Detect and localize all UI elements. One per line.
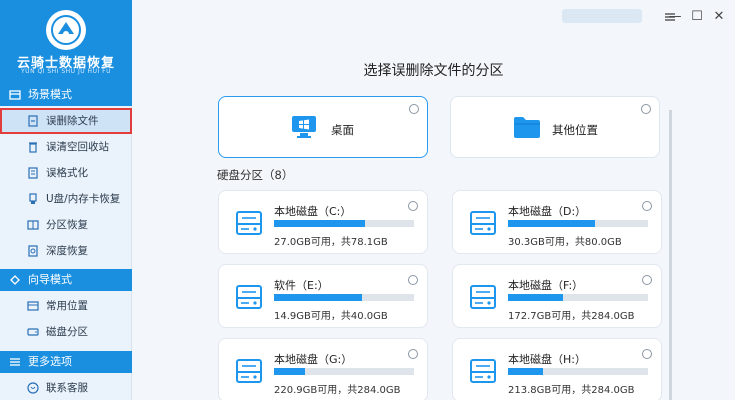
wizard-mode-icon	[10, 275, 20, 285]
drive-usage-fill	[508, 368, 543, 375]
section-scene-mode: 场景模式	[0, 84, 132, 106]
location-other-radio[interactable]	[641, 104, 651, 114]
main-panel: — ☐ ✕ 选择误删除文件的分区 桌面 其他位置 硬盘分区（8） 本地磁盘（C:…	[132, 0, 735, 400]
drive-card[interactable]: 本地磁盘（H:） 213.8GB可用，共284.0GB	[452, 338, 662, 400]
hard-drive-icon	[470, 359, 496, 383]
scene-mode-icon	[9, 90, 21, 100]
drive-radio[interactable]	[408, 201, 418, 211]
drive-usage-bar	[508, 220, 648, 227]
drive-usage-fill	[274, 220, 365, 227]
drive-usage-bar	[274, 368, 414, 375]
drive-usage-bar	[274, 220, 414, 227]
desktop-icon	[292, 116, 316, 138]
logo-area: 云骑士数据恢复 YUN QI SHI SHU JU HUI FU	[0, 0, 132, 84]
drive-usage-fill	[508, 294, 563, 301]
sidebar-item-recycle-bin[interactable]: 误清空回收站	[0, 134, 132, 160]
drive-card[interactable]: 本地磁盘（C:） 27.0GB可用，共78.1GB	[218, 190, 428, 254]
section-wizard-mode: 向导模式	[0, 269, 132, 291]
drive-name: 本地磁盘（F:）	[508, 279, 584, 292]
location-other-label: 其他位置	[552, 123, 598, 137]
drive-size: 27.0GB可用，共78.1GB	[274, 237, 388, 248]
section-more-options: 更多选项	[0, 351, 132, 373]
drive-name: 本地磁盘（C:）	[274, 205, 352, 218]
location-other-card[interactable]: 其他位置	[450, 96, 660, 158]
recycle-bin-icon	[29, 142, 37, 153]
sidebar-item-partition[interactable]: 分区恢复	[0, 212, 132, 238]
page-title: 选择误删除文件的分区	[363, 63, 504, 79]
drive-name: 本地磁盘（H:）	[508, 353, 586, 366]
hard-drive-icon	[236, 359, 262, 383]
sidebar-item-common-location[interactable]: 常用位置	[0, 293, 132, 319]
hard-drive-icon	[470, 211, 496, 235]
drive-radio[interactable]	[408, 275, 418, 285]
drive-card[interactable]: 本地磁盘（F:） 172.7GB可用，共284.0GB	[452, 264, 662, 328]
drive-name: 本地磁盘（D:）	[508, 205, 587, 218]
usb-icon	[29, 193, 37, 204]
close-button[interactable]: ✕	[712, 10, 726, 24]
sidebar-item-format[interactable]: 误格式化	[0, 160, 132, 186]
drive-card[interactable]: 软件（E:） 14.9GB可用，共40.0GB	[218, 264, 428, 328]
deep-scan-icon	[28, 245, 38, 257]
partition-icon	[27, 220, 39, 230]
location-desktop-radio[interactable]	[409, 104, 419, 114]
drive-size: 172.7GB可用，共284.0GB	[508, 311, 635, 322]
menu-icon	[10, 358, 20, 366]
drive-name: 软件（E:）	[274, 279, 329, 292]
format-icon	[28, 167, 38, 179]
drive-name: 本地磁盘（G:）	[274, 353, 353, 366]
drive-usage-bar	[274, 294, 414, 301]
scrollbar[interactable]	[669, 110, 672, 400]
minimize-button[interactable]: —	[668, 10, 682, 24]
hard-drive-icon	[236, 285, 262, 309]
drive-radio[interactable]	[642, 275, 652, 285]
folder-icon	[514, 117, 540, 138]
location-desktop-card[interactable]: 桌面	[218, 96, 428, 158]
window-title-blurred	[562, 9, 642, 23]
sidebar-item-customer-service[interactable]: 联系客服	[0, 375, 132, 400]
drive-usage-fill	[508, 220, 595, 227]
sidebar-item-usb[interactable]: U盘/内存卡恢复	[0, 186, 132, 212]
drive-size: 220.9GB可用，共284.0GB	[274, 385, 401, 396]
drive-usage-bar	[508, 294, 648, 301]
maximize-button[interactable]: ☐	[690, 10, 704, 24]
customer-service-icon	[27, 382, 39, 394]
drive-size: 30.3GB可用，共80.0GB	[508, 237, 622, 248]
disk-partition-icon	[27, 328, 39, 336]
drive-radio[interactable]	[642, 349, 652, 359]
sidebar: 云骑士数据恢复 YUN QI SHI SHU JU HUI FU 场景模式 误删…	[0, 0, 132, 400]
drive-size: 213.8GB可用，共284.0GB	[508, 385, 635, 396]
hard-drive-icon	[470, 285, 496, 309]
app-subtitle: YUN QI SHI SHU JU HUI FU	[21, 68, 111, 75]
hard-drive-icon	[236, 211, 262, 235]
sidebar-item-disk-partition[interactable]: 磁盘分区	[0, 319, 132, 345]
partition-group-title: 硬盘分区（8）	[217, 168, 294, 182]
drive-radio[interactable]	[642, 201, 652, 211]
common-location-icon	[27, 301, 39, 311]
logo-icon	[46, 10, 86, 50]
file-delete-icon	[28, 115, 38, 127]
sidebar-item-file-delete[interactable]: 误删除文件	[0, 108, 132, 134]
drive-radio[interactable]	[408, 349, 418, 359]
drive-usage-bar	[508, 368, 648, 375]
drive-size: 14.9GB可用，共40.0GB	[274, 311, 388, 322]
location-desktop-label: 桌面	[331, 123, 354, 137]
drive-card[interactable]: 本地磁盘（D:） 30.3GB可用，共80.0GB	[452, 190, 662, 254]
drive-usage-fill	[274, 368, 305, 375]
sidebar-item-deep-scan[interactable]: 深度恢复	[0, 238, 132, 264]
drive-card[interactable]: 本地磁盘（G:） 220.9GB可用，共284.0GB	[218, 338, 428, 400]
drive-usage-fill	[274, 294, 362, 301]
